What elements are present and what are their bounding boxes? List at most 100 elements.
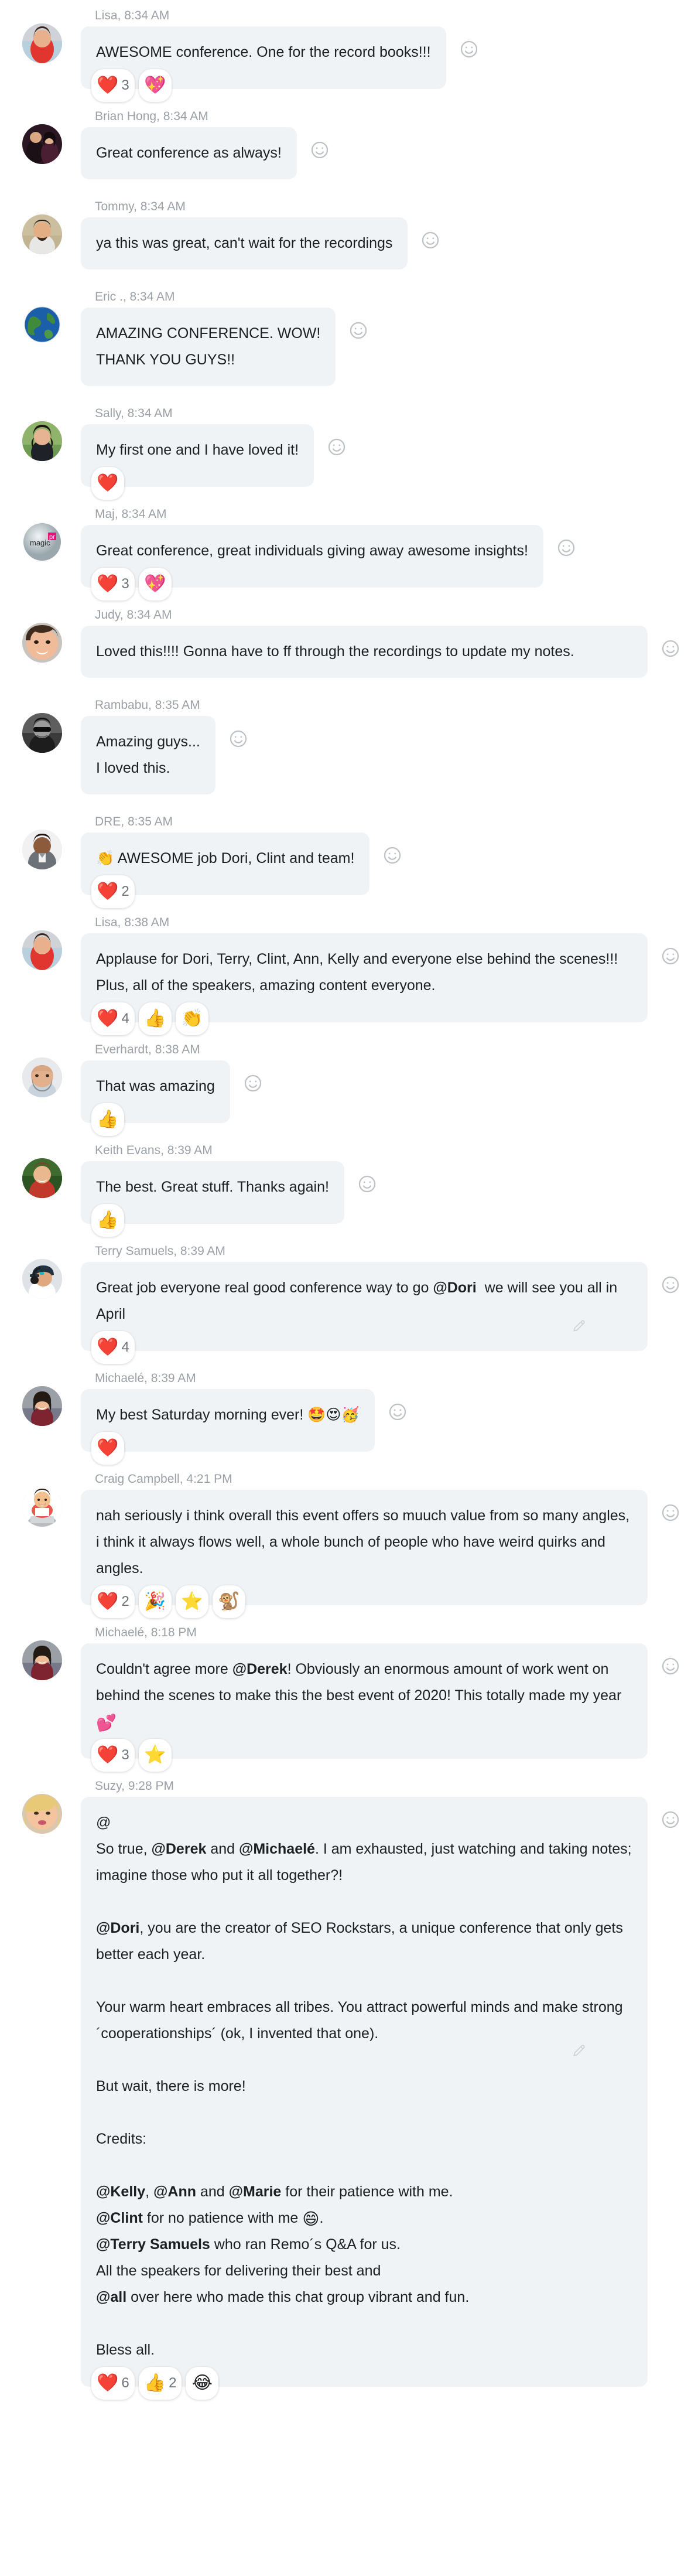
smiley-face-icon[interactable] <box>661 946 680 966</box>
avatar[interactable] <box>22 1386 62 1426</box>
avatar-container <box>22 915 64 970</box>
smiley-face-icon[interactable] <box>661 1503 680 1523</box>
star-reaction[interactable]: ⭐ <box>138 1739 172 1772</box>
message-bubble[interactable]: Loved this!!!! Gonna have to ff through … <box>81 626 648 678</box>
message-bubble[interactable]: @ So true, @Derek and @Michaelé. I am exh… <box>81 1797 648 2400</box>
avatar[interactable] <box>22 1487 62 1527</box>
message-bubble[interactable]: Applause for Dori, Terry, Clint, Ann, Ke… <box>81 933 648 1035</box>
message-column: Rambabu, 8:35 AM Amazing guys... I loved t… <box>64 698 698 794</box>
reaction-emoji: ❤️ <box>97 473 119 493</box>
thumbs-up-reaction[interactable]: 👍 <box>91 1204 124 1237</box>
message-meta: DRE, 8:35 AM <box>95 815 173 828</box>
thumbs-up-reaction[interactable]: 👍 <box>91 1103 124 1136</box>
thumbs-up-reaction[interactable]: 👍 2 <box>138 2367 182 2400</box>
smiley-face-icon[interactable] <box>310 140 330 160</box>
smiley-face-icon[interactable] <box>348 320 368 340</box>
sparkling-heart-reaction[interactable]: 💖 <box>138 69 172 102</box>
avatar[interactable] <box>22 1259 62 1299</box>
avatar[interactable] <box>22 1158 62 1198</box>
message-bubble[interactable]: 👏 AWESOME job Dori, Clint and team! ❤️ 2 <box>81 832 370 908</box>
smiley-face-icon[interactable] <box>382 845 402 865</box>
message-bubble[interactable]: nah seriously i think overall this event… <box>81 1490 648 1618</box>
pencil-icon[interactable] <box>572 2043 587 2058</box>
clapping-hands-reaction[interactable]: 👏 <box>175 1002 208 1035</box>
bubble-row: Couldn't agree more @Derek! Obviously an… <box>81 1643 698 1772</box>
bubble-row: nah seriously i think overall this event… <box>81 1490 698 1618</box>
chat-message: DRE, 8:35 AM 👏 AWESOME job Dori, Clint an… <box>0 814 698 908</box>
heart-reaction[interactable]: ❤️ 3 <box>91 69 135 102</box>
avatar[interactable] <box>22 421 62 461</box>
avatar[interactable] <box>22 623 62 663</box>
smiley-face-icon[interactable] <box>228 729 248 749</box>
avatar[interactable] <box>22 830 62 869</box>
heart-reaction[interactable]: ❤️ 3 <box>91 1739 135 1772</box>
star-reaction[interactable]: ⭐ <box>175 1585 208 1618</box>
message-text-line: Bless all. <box>96 2342 155 2358</box>
message-bubble[interactable]: AMAZING CONFERENCE. WOW! THANK YOU GUYS!! <box>81 308 336 386</box>
reaction-emoji: 💖 <box>144 574 166 593</box>
avatar-container <box>22 1244 64 1299</box>
reaction-strip: ❤️ 4 👍 👏 <box>91 1002 208 1035</box>
avatar[interactable] <box>22 214 62 254</box>
message-bubble[interactable]: Couldn't agree more @Derek! Obviously an… <box>81 1643 648 1772</box>
heart-reaction[interactable]: ❤️ 4 <box>91 1331 135 1364</box>
monkey-reaction[interactable]: 🐒 <box>212 1585 245 1618</box>
message-bubble[interactable]: Great conference, great individuals givi… <box>81 525 543 601</box>
smiley-face-icon[interactable] <box>243 1073 263 1093</box>
laughing-reaction[interactable]: 😂 <box>186 2367 219 2400</box>
message-bubble[interactable]: Amazing guys... I loved this. <box>81 716 215 794</box>
message-column: Maj, 8:34 AM Great conference, great indi… <box>64 507 698 601</box>
message-text-line: Your warm heart embraces all tribes. You… <box>96 1999 623 2042</box>
message-text-line: So true, @Derek and @Michaelé. I am exha… <box>96 1841 632 1884</box>
smiley-face-icon[interactable] <box>388 1402 408 1422</box>
avatar-container <box>22 698 64 753</box>
smiley-face-icon[interactable] <box>357 1174 377 1194</box>
message-bubble[interactable]: ya this was great, can't wait for the re… <box>81 217 408 269</box>
heart-reaction[interactable]: ❤️ 2 <box>91 875 135 908</box>
smiley-face-icon[interactable] <box>556 538 576 558</box>
smiley-face-icon[interactable] <box>661 1810 680 1830</box>
reaction-strip: 👍 <box>91 1204 124 1237</box>
avatar[interactable] <box>22 23 62 63</box>
avatar[interactable] <box>22 1057 62 1097</box>
thumbs-up-reaction[interactable]: 👍 <box>138 1002 172 1035</box>
avatar-container <box>22 289 64 344</box>
heart-reaction[interactable]: ❤️ <box>91 467 124 500</box>
chat-message: Judy, 8:34 AM Loved this!!!! Gonna have t… <box>0 608 698 678</box>
reaction-emoji: 👍 <box>144 1009 166 1028</box>
smiley-face-icon[interactable] <box>420 230 440 250</box>
avatar-container <box>22 8 64 63</box>
smiley-face-icon[interactable] <box>459 39 479 59</box>
smiley-face-icon[interactable] <box>661 1275 680 1295</box>
party-popper-reaction[interactable]: 🎉 <box>138 1585 172 1618</box>
message-bubble[interactable]: That was amazing 👍 <box>81 1060 230 1136</box>
message-bubble[interactable]: Great conference as always! <box>81 127 297 179</box>
avatar[interactable] <box>22 305 62 344</box>
pencil-icon[interactable] <box>572 1318 587 1333</box>
message-bubble[interactable]: My best Saturday morning ever! 🤩😍🥳 ❤️ <box>81 1389 375 1465</box>
heart-reaction[interactable]: ❤️ 6 <box>91 2367 135 2400</box>
smiley-face-icon[interactable] <box>661 1656 680 1676</box>
avatar[interactable] <box>22 713 62 753</box>
message-bubble[interactable]: The best. Great stuff. Thanks again! 👍 <box>81 1161 344 1237</box>
sparkling-heart-reaction[interactable]: 💖 <box>138 568 172 601</box>
avatar[interactable]: magic pr <box>22 522 62 562</box>
avatar[interactable] <box>22 124 62 164</box>
chat-message: Rambabu, 8:35 AM Amazing guys... I loved t… <box>0 698 698 794</box>
message-bubble[interactable]: Great job everyone real good conference … <box>81 1262 648 1364</box>
smiley-face-icon[interactable] <box>327 437 347 457</box>
message-column: Judy, 8:34 AM Loved this!!!! Gonna have t… <box>64 608 698 678</box>
avatar[interactable] <box>22 1794 62 1834</box>
heart-reaction[interactable]: ❤️ 4 <box>91 1002 135 1035</box>
heart-reaction[interactable]: ❤️ 3 <box>91 568 135 601</box>
smiley-face-icon[interactable] <box>661 639 680 658</box>
reaction-emoji: ❤️ <box>97 1438 119 1458</box>
heart-reaction[interactable]: ❤️ <box>91 1432 124 1465</box>
message-bubble[interactable]: My first one and I have loved it! ❤️ <box>81 424 314 500</box>
avatar[interactable] <box>22 1640 62 1680</box>
avatar[interactable] <box>22 930 62 970</box>
message-bubble[interactable]: AWESOME conference. One for the record b… <box>81 26 446 102</box>
heart-reaction[interactable]: ❤️ 2 <box>91 1585 135 1618</box>
